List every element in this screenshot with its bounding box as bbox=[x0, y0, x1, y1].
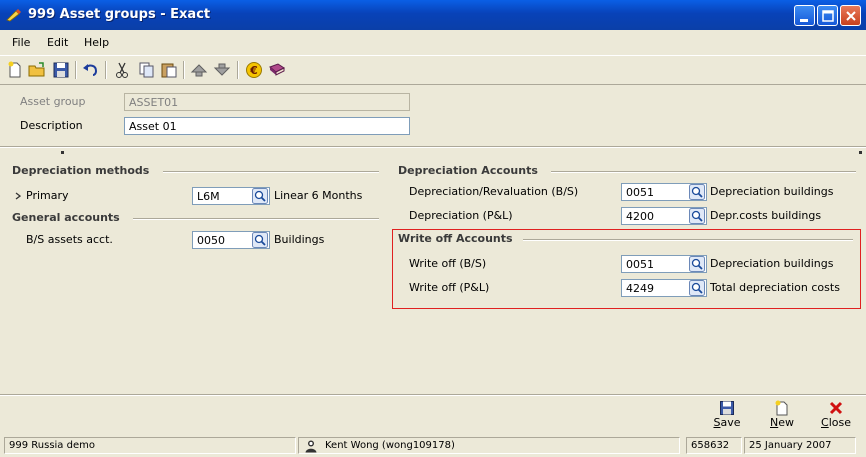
save-button[interactable]: Save bbox=[704, 398, 750, 432]
primary-label: Primary bbox=[26, 189, 69, 202]
status-number: 658632 bbox=[686, 437, 742, 454]
save-disk-icon[interactable] bbox=[51, 60, 71, 80]
footer-separator bbox=[0, 394, 866, 396]
toolbar: € bbox=[0, 55, 866, 85]
section-line bbox=[133, 218, 379, 220]
save-disk-icon bbox=[720, 401, 734, 415]
lookup-search-icon[interactable] bbox=[689, 256, 705, 272]
primary-method-description: Linear 6 Months bbox=[274, 189, 363, 202]
depreciation-accounts-title: Depreciation Accounts bbox=[398, 164, 538, 177]
book-icon[interactable] bbox=[267, 60, 287, 80]
maximize-icon bbox=[822, 10, 834, 22]
new-label: New bbox=[770, 416, 794, 429]
depreciation-revaluation-description: Depreciation buildings bbox=[710, 185, 834, 198]
lookup-search-icon[interactable] bbox=[689, 208, 705, 224]
header-separator bbox=[0, 146, 866, 148]
lookup-search-icon[interactable] bbox=[689, 280, 705, 296]
minimize-icon bbox=[800, 19, 808, 22]
lookup-search-icon[interactable] bbox=[252, 188, 268, 204]
write-off-pl-description: Total depreciation costs bbox=[710, 281, 840, 294]
close-icon bbox=[846, 11, 856, 21]
close-window-button[interactable] bbox=[840, 5, 861, 26]
window-title: 999 Asset groups - Exact bbox=[28, 7, 211, 22]
menu-bar: File Edit Help bbox=[0, 33, 866, 53]
write-off-accounts-title: Write off Accounts bbox=[398, 232, 513, 245]
copy-icon[interactable] bbox=[136, 60, 156, 80]
svg-text:€: € bbox=[249, 64, 258, 77]
undo-icon[interactable] bbox=[81, 60, 101, 80]
bs-assets-account-label: B/S assets acct. bbox=[26, 233, 113, 246]
general-accounts-title: General accounts bbox=[12, 211, 120, 224]
write-off-pl-label: Write off (P&L) bbox=[409, 281, 490, 294]
open-folder-icon[interactable] bbox=[27, 60, 47, 80]
close-x-icon bbox=[829, 401, 843, 415]
description-input[interactable]: Asset 01 bbox=[124, 117, 410, 135]
minimize-button[interactable] bbox=[794, 5, 815, 26]
cut-icon[interactable] bbox=[112, 60, 132, 80]
status-user: Kent Wong (wong109178) bbox=[298, 437, 680, 454]
status-bar: 999 Russia demo Kent Wong (wong109178) 6… bbox=[0, 435, 866, 457]
bs-assets-account-description: Buildings bbox=[274, 233, 325, 246]
lookup-search-icon[interactable] bbox=[689, 184, 705, 200]
splitter-handle-right-icon[interactable] bbox=[858, 150, 864, 156]
write-off-bs-description: Depreciation buildings bbox=[710, 257, 834, 270]
save-label: Save bbox=[713, 416, 741, 429]
next-record-icon[interactable] bbox=[212, 60, 232, 80]
new-file-icon[interactable] bbox=[5, 60, 25, 80]
depreciation-methods-title: Depreciation methods bbox=[12, 164, 150, 177]
status-company: 999 Russia demo bbox=[4, 437, 296, 454]
lookup-search-icon[interactable] bbox=[252, 232, 268, 248]
section-line bbox=[523, 239, 853, 241]
menu-edit[interactable]: Edit bbox=[47, 36, 68, 49]
maximize-button[interactable] bbox=[817, 5, 838, 26]
depreciation-pl-description: Depr.costs buildings bbox=[710, 209, 822, 222]
status-date: 25 January 2007 bbox=[744, 437, 856, 454]
asset-group-label: Asset group bbox=[20, 95, 86, 108]
section-line bbox=[163, 171, 379, 173]
new-button[interactable]: New bbox=[759, 398, 805, 432]
description-label: Description bbox=[20, 119, 83, 132]
status-user-text: Kent Wong (wong109178) bbox=[325, 440, 455, 451]
close-label: Close bbox=[821, 416, 851, 429]
new-file-icon bbox=[775, 400, 788, 416]
currency-euro-icon[interactable]: € bbox=[244, 60, 264, 80]
menu-help[interactable]: Help bbox=[84, 36, 109, 49]
title-bar[interactable]: 999 Asset groups - Exact bbox=[0, 0, 866, 30]
splitter-handle-icon[interactable] bbox=[60, 150, 66, 156]
previous-record-icon[interactable] bbox=[189, 60, 209, 80]
depreciation-revaluation-label: Depreciation/Revaluation (B/S) bbox=[409, 185, 579, 198]
section-line bbox=[551, 171, 856, 173]
menu-file[interactable]: File bbox=[12, 36, 30, 49]
asset-group-field: ASSET01 bbox=[124, 93, 410, 111]
write-off-bs-label: Write off (B/S) bbox=[409, 257, 487, 270]
depreciation-pl-label: Depreciation (P&L) bbox=[409, 209, 513, 222]
paste-icon[interactable] bbox=[159, 60, 179, 80]
arrow-right-icon bbox=[15, 192, 21, 200]
close-button[interactable]: Close bbox=[813, 398, 859, 432]
user-icon bbox=[305, 440, 317, 453]
app-icon bbox=[6, 9, 21, 22]
